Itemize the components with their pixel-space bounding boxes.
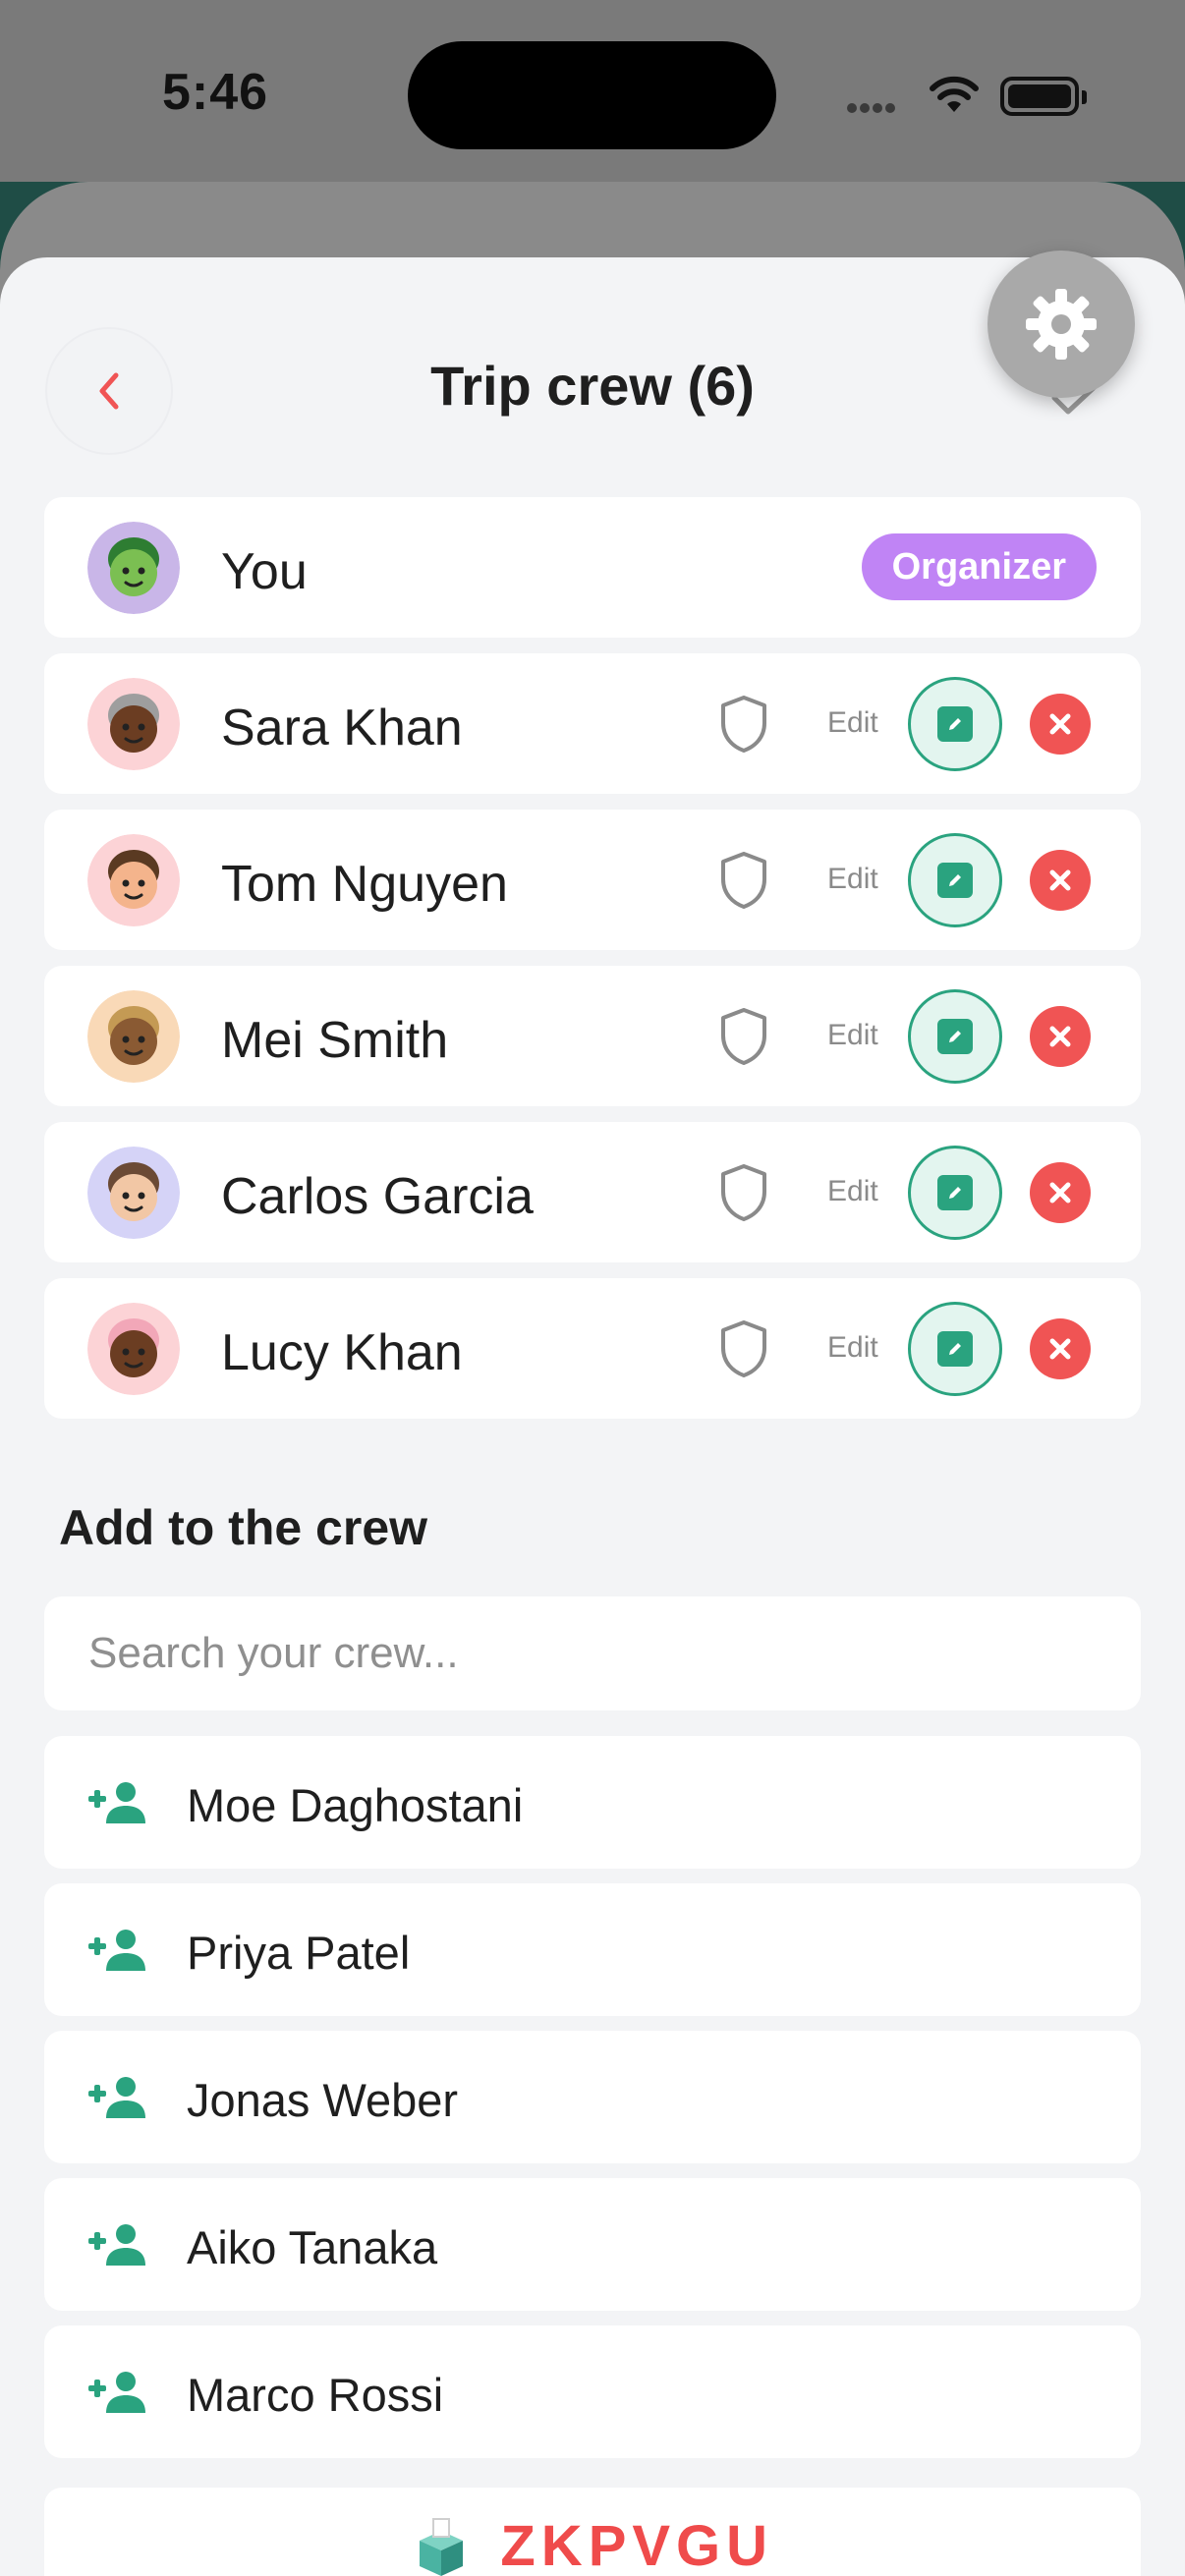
add-candidate-row[interactable]: Moe Daghostani: [44, 1736, 1141, 1869]
person-add-icon: [88, 2372, 145, 2413]
candidate-name: Priya Patel: [187, 1927, 411, 1979]
member-row: Mei Smith Edit: [44, 966, 1141, 1106]
edit-label: Edit: [827, 1019, 878, 1051]
add-candidate-row[interactable]: Marco Rossi: [44, 2325, 1141, 2458]
close-icon: [1049, 713, 1071, 735]
member-name: Sara Khan: [221, 700, 463, 756]
add-candidate-row[interactable]: Jonas Weber: [44, 2031, 1141, 2163]
shield-icon[interactable]: [717, 850, 770, 911]
battery-icon: [1000, 77, 1087, 116]
edit-label: Edit: [827, 1175, 878, 1207]
close-icon: [1049, 1026, 1071, 1047]
remove-member-button[interactable]: [1030, 1006, 1091, 1067]
close-icon: [1049, 1182, 1071, 1204]
pencil-icon: [937, 706, 973, 742]
member-row: Tom Nguyen Edit: [44, 810, 1141, 950]
signal-icon: [847, 100, 906, 113]
remove-member-button[interactable]: [1030, 694, 1091, 755]
add-crew-title: Add to the crew: [59, 1500, 428, 1555]
edit-label: Edit: [827, 706, 878, 739]
member-row-you: You Organizer: [44, 497, 1141, 638]
candidate-name: Aiko Tanaka: [187, 2221, 438, 2273]
candidate-name: Marco Rossi: [187, 2369, 444, 2421]
dynamic-island: [408, 41, 776, 149]
remove-member-button[interactable]: [1030, 1162, 1091, 1223]
edit-permission-toggle[interactable]: [908, 989, 1002, 1084]
status-time: 5:46: [162, 64, 269, 121]
member-name: Tom Nguyen: [221, 856, 508, 913]
close-icon: [1049, 869, 1071, 891]
close-icon: [1049, 1338, 1071, 1360]
remove-member-button[interactable]: [1030, 1318, 1091, 1379]
status-bar: 5:46: [0, 0, 1185, 187]
member-row: Sara Khan Edit: [44, 653, 1141, 794]
avatar: [87, 990, 180, 1083]
avatar: [87, 522, 180, 614]
add-candidate-row[interactable]: Priya Patel: [44, 1883, 1141, 2016]
shield-icon[interactable]: [717, 1318, 770, 1379]
gear-icon: [1026, 289, 1097, 360]
person-add-icon: [88, 2224, 145, 2266]
member-name: You: [221, 543, 308, 600]
shield-icon[interactable]: [717, 694, 770, 755]
edit-permission-toggle[interactable]: [908, 833, 1002, 927]
member-row: Carlos Garcia Edit: [44, 1122, 1141, 1262]
edit-permission-toggle[interactable]: [908, 1302, 1002, 1396]
search-input[interactable]: [44, 1596, 1141, 1710]
shield-icon[interactable]: [717, 1006, 770, 1067]
edit-label: Edit: [827, 1331, 878, 1364]
candidate-name: Jonas Weber: [187, 2074, 459, 2126]
invite-code: ZKPVGU: [500, 2514, 774, 2576]
pencil-icon: [937, 1331, 973, 1367]
person-add-icon: [88, 1930, 145, 1971]
organizer-badge: Organizer: [861, 533, 1097, 600]
avatar: [87, 678, 180, 770]
member-name: Lucy Khan: [221, 1324, 463, 1381]
person-add-icon: [88, 1782, 145, 1823]
avatar: [87, 834, 180, 926]
avatar: [87, 1303, 180, 1395]
settings-button[interactable]: [988, 251, 1135, 398]
pencil-icon: [937, 863, 973, 898]
person-add-icon: [88, 2077, 145, 2118]
ballot-box-icon: [419, 2517, 463, 2576]
shield-icon[interactable]: [717, 1162, 770, 1223]
edit-label: Edit: [827, 863, 878, 895]
member-name: Carlos Garcia: [221, 1168, 534, 1225]
member-row: Lucy Khan Edit: [44, 1278, 1141, 1419]
candidate-name: Moe Daghostani: [187, 1779, 524, 1831]
wifi-icon: [930, 76, 979, 112]
member-name: Mei Smith: [221, 1012, 449, 1069]
pencil-icon: [937, 1019, 973, 1054]
avatar: [87, 1147, 180, 1239]
remove-member-button[interactable]: [1030, 850, 1091, 911]
pencil-icon: [937, 1175, 973, 1210]
edit-permission-toggle[interactable]: [908, 677, 1002, 771]
edit-permission-toggle[interactable]: [908, 1146, 1002, 1240]
add-candidate-row[interactable]: Aiko Tanaka: [44, 2178, 1141, 2311]
invite-code-card[interactable]: ZKPVGU: [44, 2488, 1141, 2576]
